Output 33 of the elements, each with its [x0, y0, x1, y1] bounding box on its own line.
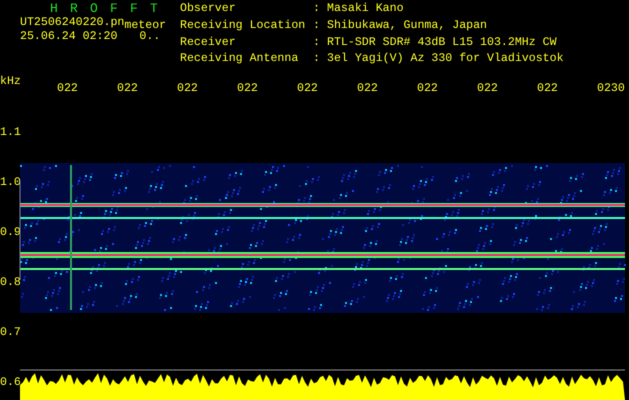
info-label: Observer: [180, 3, 237, 17]
info-label: Receiving Location: [180, 20, 306, 34]
info-value: RTL-SDR SDR# 43dB L15 103.2MHz CW: [327, 36, 558, 50]
frequency-label: 1.1: [0, 126, 21, 139]
time-label: 022: [57, 82, 78, 95]
value-label: 0..: [139, 31, 160, 43]
info-separator: :: [313, 36, 321, 50]
file-name: UT2506240220.pn: [20, 16, 124, 29]
info-value: Masaki Kano: [327, 3, 405, 17]
time-label: 022: [477, 82, 498, 95]
time-label: 022: [537, 82, 558, 95]
time-label: 022: [237, 82, 258, 95]
time-label: 022: [297, 82, 318, 95]
info-separator: :: [313, 53, 321, 68]
unit-label: kHz: [0, 75, 21, 88]
info-value: 3el Yagi(V) Az 330 for Vladivostok: [327, 53, 564, 68]
time-label: 022: [117, 82, 138, 95]
time-label: 022: [417, 82, 438, 95]
frequency-label: 0.9: [0, 226, 21, 239]
info-separator: :: [313, 20, 321, 34]
info-label: Receiving Antenna: [180, 53, 300, 68]
frequency-label: 0.6: [0, 376, 21, 389]
info-label: Receiver: [180, 36, 237, 50]
mode-label: meteor: [124, 19, 166, 32]
date-time: 25.06.24 02:20: [20, 31, 118, 43]
info-separator: :: [313, 3, 321, 17]
frequency-label: 0.8: [0, 276, 21, 289]
time-label: 0230: [597, 82, 625, 95]
time-label: 022: [357, 82, 378, 95]
time-label: 022: [177, 82, 198, 95]
app-title: H R O F F T: [49, 3, 162, 15]
info-value: Shibukawa, Gunma, Japan: [327, 20, 488, 34]
frequency-label: 0.7: [0, 326, 21, 339]
